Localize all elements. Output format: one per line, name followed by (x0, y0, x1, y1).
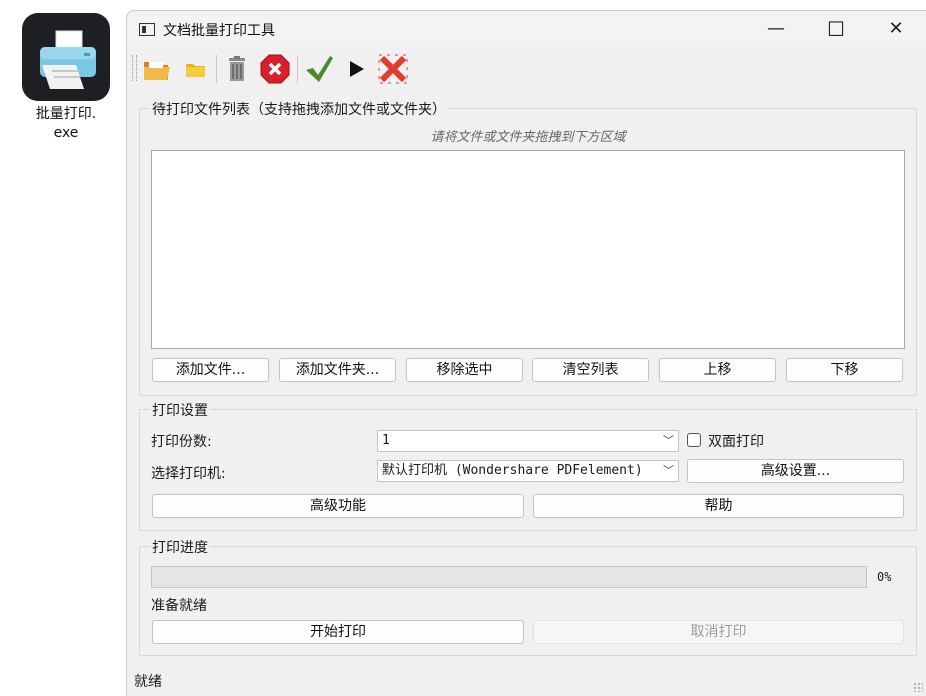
file-list-group-title: 待打印文件列表（支持拖拽添加文件或文件夹） (150, 99, 448, 119)
remove-selected-button[interactable]: 移除选中 (406, 358, 523, 382)
help-button[interactable]: 帮助 (533, 494, 904, 518)
remove-icon[interactable] (259, 53, 291, 85)
desktop-shortcut[interactable]: 批量打印. exe (18, 10, 114, 143)
progress-percent: 0% (877, 570, 892, 584)
file-list[interactable] (151, 150, 905, 349)
status-bar-text: 就绪 (134, 674, 162, 690)
printer-combobox[interactable]: 默认打印机 (Wondershare PDFelement) ﹀ (377, 460, 679, 482)
toolbar (127, 49, 926, 87)
check-icon[interactable] (303, 53, 335, 85)
print-progress-group: 打印进度 0% 准备就绪 开始打印 取消打印 (139, 537, 917, 656)
print-progress-group-title: 打印进度 (150, 537, 210, 557)
copies-combobox[interactable]: 1 ﹀ (377, 430, 679, 452)
drop-hint: 请将文件或文件夹拖拽到下方区域 (430, 130, 626, 145)
move-up-button[interactable]: 上移 (659, 358, 776, 382)
toolbar-separator (216, 55, 217, 83)
printer-icon (22, 13, 110, 101)
add-folder-button[interactable]: 添加文件夹... (279, 358, 396, 382)
minimize-button[interactable]: — (747, 11, 805, 47)
progress-bar (151, 566, 867, 588)
advanced-settings-button[interactable]: 高级设置... (687, 459, 904, 483)
window-title: 文档批量打印工具 (163, 23, 275, 39)
duplex-label: 双面打印 (708, 434, 764, 450)
copies-value: 1 (382, 433, 390, 448)
printer-value: 默认打印机 (Wondershare PDFelement) (382, 463, 643, 478)
file-list-group: 待打印文件列表（支持拖拽添加文件或文件夹） 请将文件或文件夹拖拽到下方区域 添加… (139, 99, 917, 396)
progress-status: 准备就绪 (151, 598, 207, 614)
resize-grip[interactable] (913, 682, 923, 692)
cancel-print-button[interactable]: 取消打印 (533, 620, 904, 644)
toolbar-separator (297, 55, 298, 83)
desktop-icon-extension: exe (53, 125, 79, 141)
start-print-button[interactable]: 开始打印 (152, 620, 524, 644)
chevron-down-icon: ﹀ (663, 434, 674, 447)
chevron-down-icon: ﹀ (663, 464, 674, 477)
clear-list-button[interactable]: 清空列表 (532, 358, 649, 382)
toolbar-grip[interactable] (132, 55, 137, 81)
print-settings-group-title: 打印设置 (150, 400, 210, 420)
trash-icon[interactable] (221, 53, 253, 85)
folder-icon[interactable] (179, 53, 211, 85)
maximize-button[interactable]: ☐ (807, 11, 865, 47)
move-down-button[interactable]: 下移 (786, 358, 903, 382)
open-folder-icon[interactable] (141, 53, 173, 85)
app-window: 文档批量打印工具 — ☐ ✕ 待打印文件列表（支持拖拽添加文件或文件夹） 请将文… (126, 10, 926, 696)
add-file-button[interactable]: 添加文件... (152, 358, 269, 382)
printer-label: 选择打印机: (151, 466, 226, 482)
title-bar[interactable]: 文档批量打印工具 — ☐ ✕ (127, 11, 926, 47)
advanced-features-button[interactable]: 高级功能 (152, 494, 524, 518)
desktop-icon-label: 批量打印. (35, 106, 97, 122)
clear-all-icon[interactable] (377, 53, 409, 85)
close-button[interactable]: ✕ (867, 11, 925, 47)
duplex-checkbox[interactable] (687, 433, 701, 447)
play-icon[interactable] (341, 53, 373, 85)
app-window-icon (139, 23, 155, 36)
print-settings-group: 打印设置 打印份数: 1 ﹀ 双面打印 选择打印机: 默认打印机 (Wonder… (139, 400, 917, 531)
copies-label: 打印份数: (151, 434, 212, 450)
